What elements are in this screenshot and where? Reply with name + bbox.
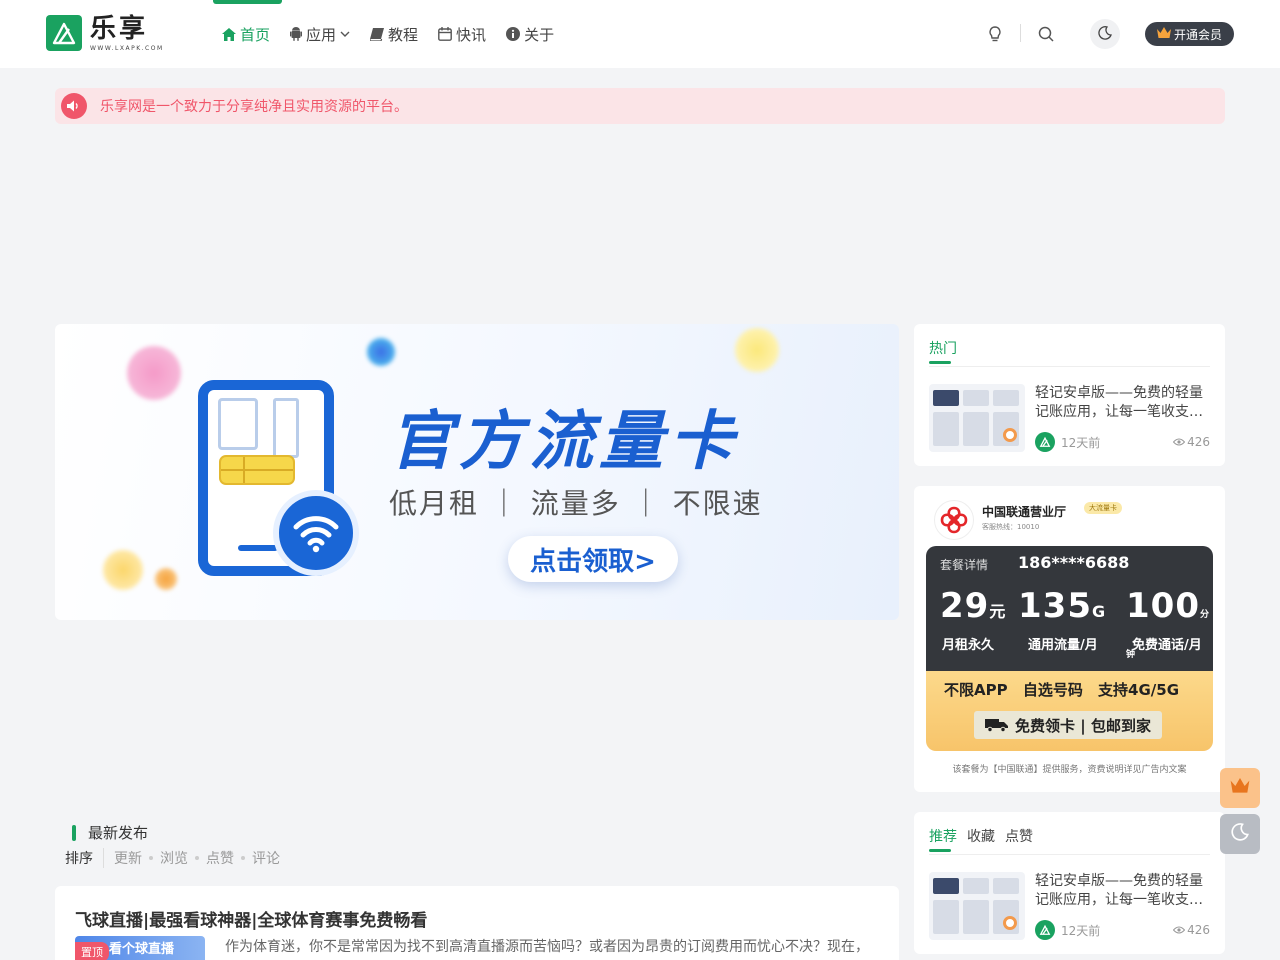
tab-likes[interactable]: 点赞 — [1005, 826, 1033, 852]
sort-label: 排序 — [65, 848, 104, 868]
nav-apps[interactable]: 应用 — [290, 0, 350, 68]
dark-mode-toggle[interactable] — [1090, 19, 1120, 49]
tab-favorites[interactable]: 收藏 — [967, 826, 995, 852]
ad-free-card-label: 免费领卡 | 包邮到家 — [1015, 716, 1151, 735]
truck-icon — [985, 718, 1009, 732]
nav-tutorials-label: 教程 — [388, 25, 419, 44]
hot-panel: 热门 轻记安卓版——免费的轻量记账应用，让每一笔收支… 12天前 426 — [914, 324, 1225, 466]
banner-cta-button[interactable]: 点击领取> — [508, 536, 678, 582]
speaker-icon — [61, 93, 87, 119]
book-icon — [370, 27, 385, 41]
eye-icon — [1172, 435, 1187, 449]
main-nav: 首页 应用 教程 快讯 关于 — [212, 0, 574, 68]
android-icon — [290, 27, 303, 41]
ad-detail-label: 套餐详情 — [940, 558, 989, 572]
logo-subtitle: WWW.LXAPK.COM — [90, 45, 164, 52]
list-item-title[interactable]: 轻记安卓版——免费的轻量记账应用，让每一笔收支… — [1035, 384, 1209, 422]
sort-bar: 排序 更新 浏览 点赞 评论 — [65, 848, 280, 868]
banner-subtitle: 低月租 ｜ 流量多 ｜ 不限速 — [389, 487, 763, 520]
post-thumbnail[interactable]: 看个球直播 置顶 — [75, 936, 205, 960]
decor-blob — [155, 568, 177, 590]
nav-apps-label: 应用 — [306, 25, 337, 44]
moon-icon — [1231, 823, 1249, 845]
post-card[interactable]: 飞球直播|最强看球神器|全球体育赛事免费畅看 看个球直播 置顶 作为体育迷，你不… — [55, 886, 899, 960]
ad-caption-data: 通用流量/月 — [1028, 638, 1098, 653]
search-icon[interactable] — [1034, 22, 1058, 46]
list-item-views: 426 — [1187, 923, 1210, 937]
floating-dark-mode-button[interactable] — [1220, 814, 1260, 854]
vip-button-label: 开通会员 — [1173, 27, 1222, 42]
ad-disclaimer: 该套餐为【中国联通】提供服务，资费说明详见广告内文案 — [952, 765, 1187, 775]
calendar-icon — [438, 27, 452, 41]
post-excerpt: 作为体育迷，你不是常常因为找不到高清直播源而苦恼吗？或者因为昂贵的订阅费用而忧心… — [225, 939, 869, 955]
ad-minutes: 100分钟 — [1126, 586, 1210, 660]
post-thumbnail[interactable] — [929, 872, 1025, 940]
nav-news[interactable]: 快讯 — [438, 0, 486, 68]
decor-blob — [127, 346, 181, 400]
tab-hot[interactable]: 热门 — [929, 338, 957, 364]
logo-mark-icon — [46, 15, 82, 51]
chevron-down-icon — [340, 31, 350, 37]
crown-icon — [1230, 778, 1250, 798]
wifi-icon — [273, 490, 359, 576]
avatar[interactable] — [1035, 432, 1055, 452]
sort-option-views[interactable]: 浏览 — [160, 848, 188, 868]
list-item-time: 12天前 — [1061, 435, 1101, 450]
list-item-views: 426 — [1187, 435, 1210, 449]
nav-about[interactable]: 关于 — [506, 0, 554, 68]
ad-carrier-name: 中国联通营业厅 — [982, 505, 1067, 519]
nav-home-label: 首页 — [240, 25, 271, 44]
post-thumbnail-text: 看个球直播 — [109, 942, 175, 957]
site-header: 乐享 WWW.LXAPK.COM 首页 应用 教程 快讯 关于 开通会员 — [0, 0, 1280, 68]
notice-text: 乐享网是一个致力于分享纯净且实用资源的平台。 — [100, 99, 408, 115]
sticky-badge: 置顶 — [75, 942, 109, 960]
post-thumbnail[interactable] — [929, 384, 1025, 452]
ad-features: 不限APP 自选号码 支持4G/5G — [944, 681, 1180, 699]
sort-option-comments[interactable]: 评论 — [252, 848, 280, 868]
recommend-panel: 推荐 收藏 点赞 轻记安卓版——免费的轻量记账应用，让每一笔收支… 12天前 4… — [914, 812, 1225, 954]
decor-blob — [735, 328, 779, 372]
ad-price: 29元 — [940, 586, 1007, 626]
ad-caption-minutes: 免费通话/月 — [1132, 638, 1202, 653]
avatar[interactable] — [1035, 920, 1055, 940]
eye-icon — [1172, 923, 1187, 937]
ad-caption-price: 月租永久 — [942, 638, 995, 653]
promo-banner[interactable]: 官方流量卡 低月租 ｜ 流量多 ｜ 不限速 点击领取> — [55, 324, 899, 620]
site-logo[interactable]: 乐享 WWW.LXAPK.COM — [46, 15, 164, 52]
carrier-ad[interactable]: 中国联通营业厅 大流量卡 客服热线：10010 套餐详情 186****6688… — [914, 486, 1225, 792]
latest-section-title: 最新发布 — [72, 822, 148, 843]
sort-option-update[interactable]: 更新 — [114, 848, 142, 868]
nav-home[interactable]: 首页 — [212, 0, 283, 68]
banner-title: 官方流量卡 — [389, 405, 739, 479]
post-title[interactable]: 飞球直播|最强看球神器|全球体育赛事免费畅看 — [75, 906, 427, 931]
nav-news-label: 快讯 — [456, 25, 487, 44]
ad-phone-number: 186****6688 — [1018, 553, 1130, 572]
list-item-time: 12天前 — [1061, 923, 1101, 938]
tab-recommend[interactable]: 推荐 — [929, 826, 957, 852]
crown-icon — [1156, 26, 1174, 42]
list-item-title[interactable]: 轻记安卓版——免费的轻量记账应用，让每一笔收支… — [1035, 872, 1209, 910]
home-icon — [222, 27, 236, 41]
floating-vip-button[interactable] — [1220, 768, 1260, 808]
ad-free-card-button[interactable]: 免费领卡 | 包邮到家 — [974, 711, 1162, 739]
sim-chip-graphic — [219, 455, 295, 485]
sort-option-likes[interactable]: 点赞 — [206, 848, 234, 868]
moon-icon — [1098, 25, 1112, 44]
decor-blob — [367, 338, 395, 366]
nav-about-label: 关于 — [524, 25, 555, 44]
nav-tutorials[interactable]: 教程 — [370, 0, 418, 68]
lightbulb-icon[interactable] — [983, 22, 1007, 46]
logo-title: 乐享 — [90, 14, 149, 44]
ad-hotline: 客服热线：10010 — [982, 523, 1040, 531]
unicom-logo-icon — [934, 500, 974, 540]
vip-button[interactable]: 开通会员 — [1145, 22, 1234, 46]
ad-badge: 大流量卡 — [1084, 502, 1122, 514]
header-divider — [1020, 24, 1021, 42]
info-icon — [506, 27, 521, 41]
ad-data: 135G — [1018, 586, 1107, 626]
notice-bar: 乐享网是一个致力于分享纯净且实用资源的平台。 — [55, 88, 1225, 124]
decor-blob — [103, 550, 143, 590]
